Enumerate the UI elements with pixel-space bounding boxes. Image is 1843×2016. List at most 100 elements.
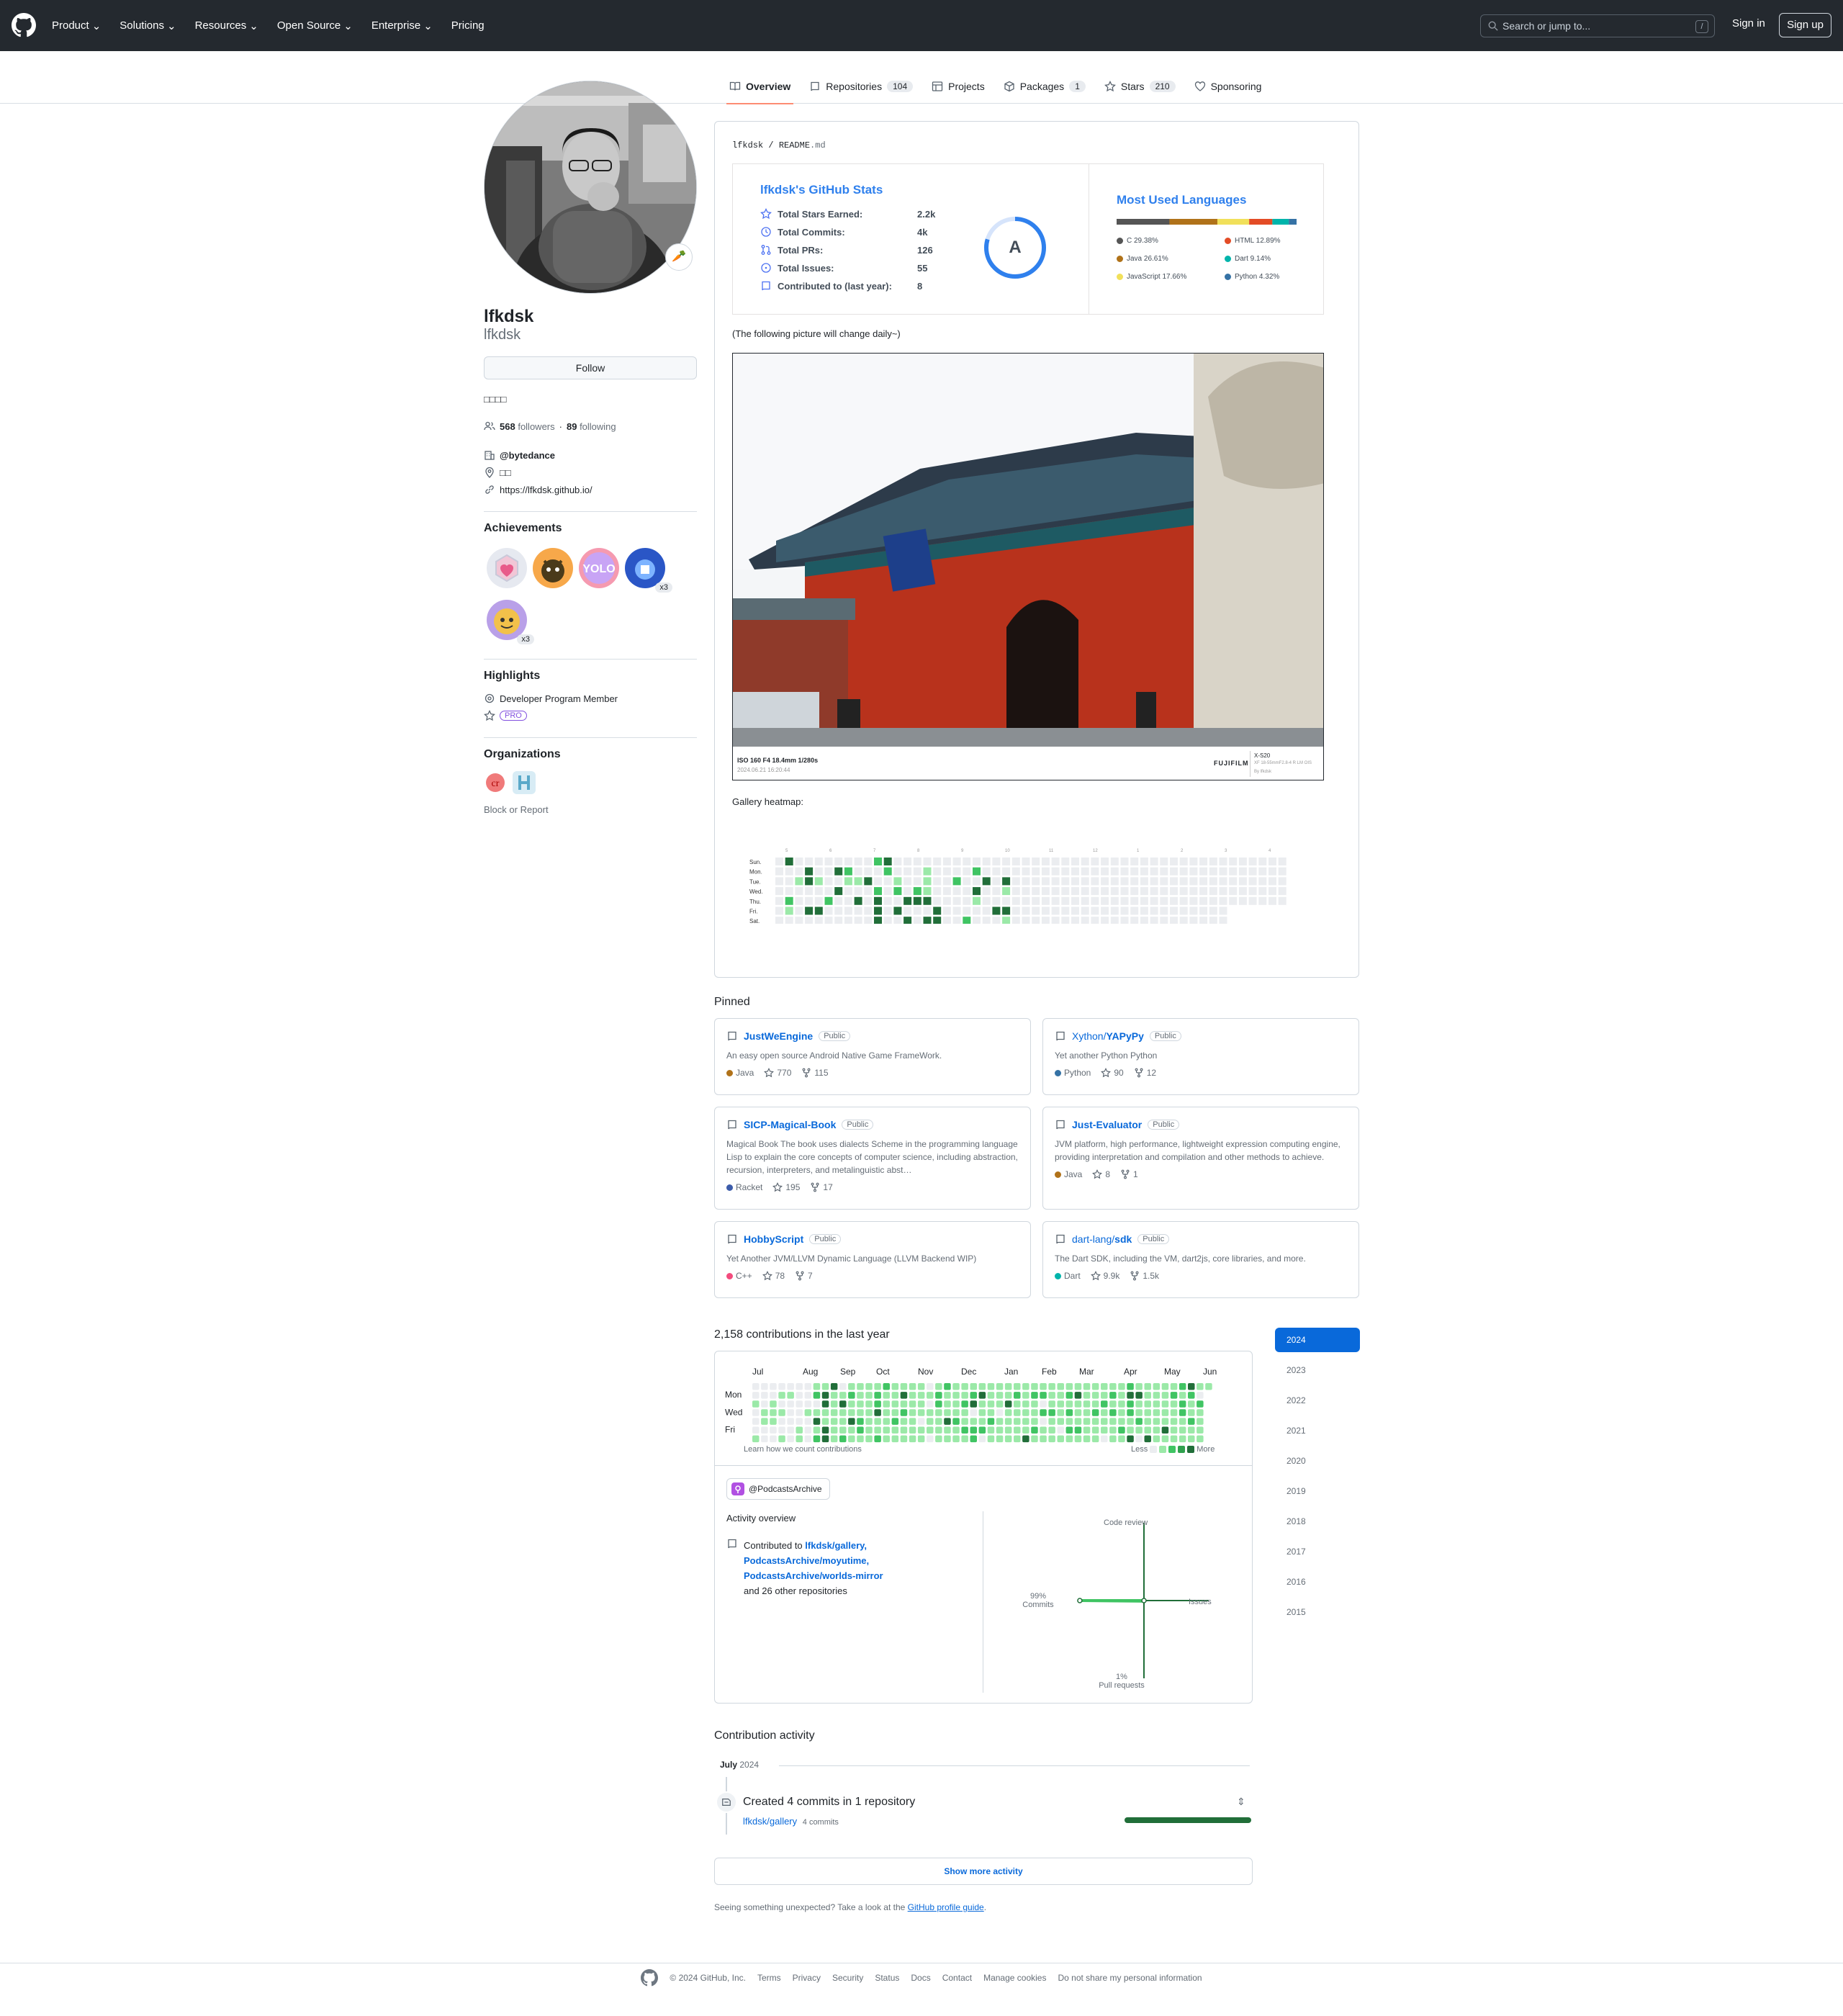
heatmap-cell [864,877,873,886]
footer-link-security[interactable]: Security [832,1973,863,1983]
repo-link[interactable]: PodcastsArchive/moyutime, [744,1555,869,1566]
language-item: C 29.38% [1117,237,1158,245]
calendar-day-cell [1161,1383,1169,1390]
tab-stars[interactable]: Stars 210 [1104,69,1176,104]
followers-link[interactable]: 568 followers [500,421,555,432]
year-button-2021[interactable]: 2021 [1275,1418,1360,1443]
activity-repo-link[interactable]: lfkdsk/gallery [743,1816,797,1827]
language-dot [1225,256,1231,262]
tab-projects[interactable]: Projects [932,69,985,104]
achievement-heart-badge[interactable] [484,545,530,591]
footer-link-manage-cookies[interactable]: Manage cookies [983,1973,1046,1983]
activity-commit-count[interactable]: 4 commits [803,1818,839,1827]
repo-stars-link[interactable]: 770 [764,1068,791,1078]
heatmap-cell [1091,887,1099,896]
learn-contributions-link[interactable]: Learn how we count contributions [744,1445,862,1454]
organization-avatar[interactable]: cr [484,771,507,794]
heatmap-cell [883,917,892,924]
calendar-month-label: Mar [1079,1367,1094,1377]
github-mark-icon[interactable] [641,1968,659,1986]
repo-forks-link[interactable]: 17 [810,1182,833,1192]
organization-avatar[interactable] [513,771,536,794]
website-link[interactable]: https://lfkdsk.github.io/ [500,485,592,495]
nav-open-source[interactable]: Open Source ⌄ [277,19,353,32]
stat-label: Total Stars Earned: [778,208,863,220]
sign-in-link[interactable]: Sign in [1732,17,1765,30]
year-button-2018[interactable]: 2018 [1275,1509,1360,1534]
fold-icon[interactable]: ⇕ [1237,1796,1245,1808]
calendar-day-cell [1197,1426,1204,1434]
nav-product[interactable]: Product ⌄ [52,19,101,32]
visibility-badge: Public [1149,1031,1181,1041]
year-button-2016[interactable]: 2016 [1275,1570,1360,1594]
search-input[interactable]: Search or jump to... / [1480,14,1715,37]
achievement-yolo-badge[interactable]: YOLO [576,545,622,591]
calendar-day-cell [1135,1418,1143,1425]
year-button-2022[interactable]: 2022 [1275,1388,1360,1413]
repo-name-link[interactable]: SICP-Magical-Book [744,1119,836,1130]
github-logo-icon[interactable] [12,13,36,37]
achievement-pull-shark-badge[interactable] [530,545,576,591]
nav-pricing[interactable]: Pricing [451,19,485,32]
star-icon [1092,1169,1103,1179]
status-emoji-button[interactable]: 🥕 [665,243,693,271]
heatmap-cell [933,858,942,865]
repo-name-link[interactable]: HobbyScript [744,1233,803,1245]
organization-filter-button[interactable]: @PodcastsArchive [726,1478,830,1500]
tab-overview[interactable]: Overview [726,69,794,104]
repo-stars-link[interactable]: 9.9k [1090,1271,1120,1281]
repo-forks-link[interactable]: 7 [795,1271,813,1281]
footer-link-status[interactable]: Status [875,1973,899,1983]
year-button-2020[interactable]: 2020 [1275,1449,1360,1473]
profile-bio: □□□□ [484,394,507,405]
repo-stars-link[interactable]: 8 [1092,1169,1110,1179]
block-or-report-link[interactable]: Block or Report [484,804,697,815]
show-more-activity-button[interactable]: Show more activity [714,1858,1253,1885]
repo-forks-link[interactable]: 12 [1134,1068,1156,1078]
heatmap-cell [1248,887,1257,896]
sign-up-button[interactable]: Sign up [1779,13,1831,37]
following-link[interactable]: 89 following [567,421,616,432]
footer-link-terms[interactable]: Terms [757,1973,781,1983]
nav-solutions[interactable]: Solutions ⌄ [120,19,176,32]
repo-forks-link[interactable]: 1 [1120,1169,1138,1179]
calendar-day-cell [1022,1426,1029,1434]
follow-button[interactable]: Follow [484,356,697,379]
footer-link-do-not-share[interactable]: Do not share my personal information [1058,1973,1202,1983]
repo-link[interactable]: PodcastsArchive/worlds-mirror [744,1570,883,1581]
avatar[interactable] [484,81,697,294]
footer-link-docs[interactable]: Docs [911,1973,930,1983]
heatmap-cell [1170,906,1178,915]
repo-stars-link[interactable]: 78 [762,1271,785,1281]
nav-enterprise[interactable]: Enterprise ⌄ [371,19,433,32]
year-button-2017[interactable]: 2017 [1275,1539,1360,1564]
nav-resources[interactable]: Resources ⌄ [195,19,258,32]
repo-link[interactable]: lfkdsk/gallery, [805,1540,867,1551]
tab-packages[interactable]: Packages 1 [1004,69,1086,104]
company-link[interactable]: @bytedance [500,450,555,461]
heatmap-day-label: Sun. [749,859,761,865]
repo-forks-link[interactable]: 115 [801,1068,829,1078]
readme-owner[interactable]: lfkdsk [732,140,763,150]
achievement-quickdraw-badge[interactable]: x3 [622,545,672,593]
profile-guide-link[interactable]: GitHub profile guide [908,1902,984,1912]
year-button-2023[interactable]: 2023 [1275,1358,1360,1382]
repo-stars-link[interactable]: 195 [772,1182,800,1192]
footer-link-privacy[interactable]: Privacy [793,1973,821,1983]
year-button-2015[interactable]: 2015 [1275,1600,1360,1624]
radar-label-issues: Issues [1189,1598,1212,1606]
star-count: 9.9k [1103,1271,1120,1281]
repo-name-link[interactable]: Just-Evaluator [1072,1119,1142,1130]
tab-sponsoring[interactable]: Sponsoring [1194,69,1261,104]
repo-stars-link[interactable]: 90 [1101,1068,1124,1078]
repo-forks-link[interactable]: 1.5k [1130,1271,1159,1281]
repo-name-link[interactable]: Xython/YAPyPy [1072,1030,1144,1042]
repo-name-link[interactable]: dart-lang/sdk [1072,1233,1132,1245]
achievement-starstruck-badge[interactable]: x3 [484,597,534,644]
year-button-2024[interactable]: 2024 [1275,1328,1360,1352]
stat-value: 4k [917,226,928,238]
footer-link-contact[interactable]: Contact [942,1973,972,1983]
tab-repositories[interactable]: Repositories 104 [809,69,914,104]
year-button-2019[interactable]: 2019 [1275,1479,1360,1503]
repo-name-link[interactable]: JustWeEngine [744,1030,813,1042]
